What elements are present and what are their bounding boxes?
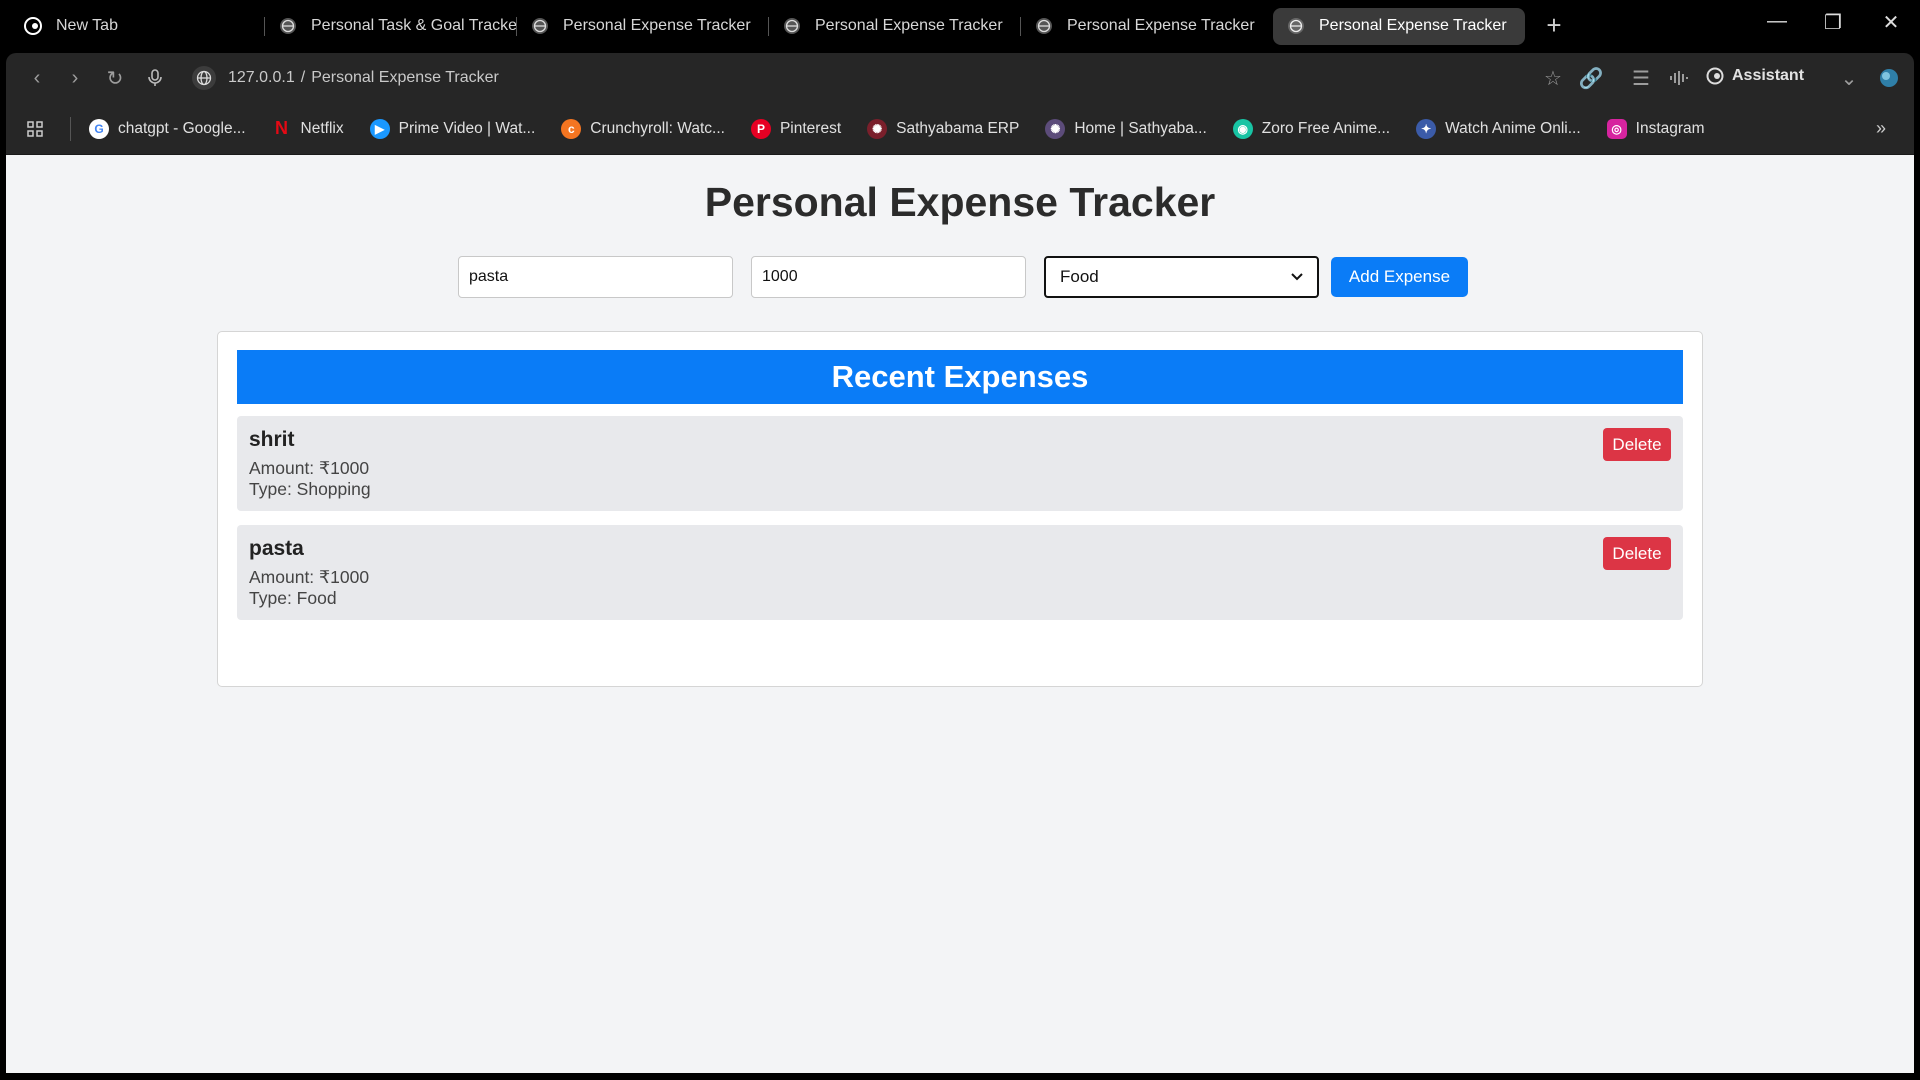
instagram-icon: ◎ xyxy=(1606,118,1627,139)
bookmark-label: Prime Video | Wat... xyxy=(398,119,536,137)
microphone-icon[interactable] xyxy=(142,65,168,91)
expenses-card: Recent Expenses shrit Amount: ₹1000 Type… xyxy=(217,331,1703,687)
expense-amount-input[interactable] xyxy=(751,256,1026,298)
more-bookmarks-icon[interactable]: » xyxy=(1876,118,1886,139)
address-bar[interactable]: 127.0.0.1 / Personal Expense Tracker xyxy=(192,62,499,94)
expense-form: Food Add Expense xyxy=(458,256,1468,298)
category-selected-value: Food xyxy=(1060,267,1099,286)
address-page: Personal Expense Tracker xyxy=(311,69,499,86)
bookmarks-divider xyxy=(70,116,71,141)
bookmark-zoro[interactable]: ◉ Zoro Free Anime... xyxy=(1232,118,1391,139)
profile-avatar[interactable] xyxy=(1876,65,1902,91)
share-link-icon[interactable]: 🔗 xyxy=(1578,65,1604,91)
bookmark-label: chatgpt - Google... xyxy=(118,119,246,137)
bookmark-instagram[interactable]: ◎ Instagram xyxy=(1606,118,1705,139)
expense-category-select[interactable]: Food xyxy=(1044,256,1319,298)
tab-title: Personal Expense Tracker xyxy=(815,17,1003,34)
delete-expense-button[interactable]: Delete xyxy=(1603,428,1671,461)
expense-name-input[interactable] xyxy=(458,256,733,298)
bookmark-label: Pinterest xyxy=(779,119,842,137)
bookmark-pinterest[interactable]: P Pinterest xyxy=(750,118,842,139)
bookmark-chatgpt-google[interactable]: G chatgpt - Google... xyxy=(89,118,246,139)
browser-toolbar: ‹ › ↻ 127.0.0.1 / Personal Expense Track… xyxy=(6,53,1914,103)
google-icon: G xyxy=(89,118,109,139)
bookmark-label: Watch Anime Onli... xyxy=(1445,119,1581,137)
page-viewport: Personal Expense Tracker Food Add Expens… xyxy=(6,155,1914,1073)
tab-new-tab[interactable]: New Tab xyxy=(0,8,265,45)
delete-expense-button[interactable]: Delete xyxy=(1603,537,1671,570)
expense-amount: Amount: ₹1000 xyxy=(249,458,370,478)
bookmark-label: Sathyabama ERP xyxy=(896,119,1020,137)
globe-icon xyxy=(1036,18,1052,34)
bookmark-label: Netflix xyxy=(300,119,344,137)
reload-icon[interactable]: ↻ xyxy=(102,65,128,91)
minimize-icon[interactable]: — xyxy=(1762,10,1792,33)
globe-icon xyxy=(532,18,548,34)
tab-title: Personal Expense Tracker xyxy=(563,17,751,34)
assistant-label: Assistant xyxy=(1732,67,1805,84)
new-tab-button[interactable]: + xyxy=(1539,10,1569,41)
bookmark-sathyabama-erp[interactable]: ✺ Sathyabama ERP xyxy=(867,118,1020,139)
close-window-icon[interactable]: ✕ xyxy=(1876,10,1906,35)
zoro-icon: ◉ xyxy=(1232,118,1253,139)
bookmark-crunchyroll[interactable]: c Crunchyroll: Watc... xyxy=(561,118,725,139)
expense-name: shrit xyxy=(249,428,295,451)
forward-icon[interactable]: › xyxy=(62,65,88,91)
sathyabama-icon: ✺ xyxy=(867,118,888,139)
tab-title: Personal Expense Tracker xyxy=(1067,17,1255,34)
site-info-icon[interactable] xyxy=(192,66,216,90)
bookmark-label: Instagram xyxy=(1635,119,1705,137)
page-title: Personal Expense Tracker xyxy=(704,179,1216,225)
assistant-button[interactable]: Assistant xyxy=(1706,67,1804,85)
tab-expense-tracker-2[interactable]: Personal Expense Tracker xyxy=(769,8,1021,45)
netflix-icon: N xyxy=(275,118,289,138)
bookmark-sathyabama-home[interactable]: ✺ Home | Sathyaba... xyxy=(1045,118,1207,139)
assistant-logo-icon xyxy=(24,17,42,35)
expense-item: shrit Amount: ₹1000 Type: Shopping Delet… xyxy=(237,416,1683,511)
globe-icon xyxy=(784,18,800,34)
bookmark-netflix[interactable]: N Netflix xyxy=(272,118,344,139)
bookmark-watch-anime[interactable]: ✦ Watch Anime Onli... xyxy=(1416,118,1581,139)
menu-lines-icon[interactable]: ☰ xyxy=(1628,65,1654,91)
address-host: 127.0.0.1 xyxy=(228,69,295,86)
restore-icon[interactable]: ❐ xyxy=(1818,10,1848,35)
audio-wave-icon[interactable] xyxy=(1666,65,1692,91)
recent-expenses-header: Recent Expenses xyxy=(237,350,1683,404)
add-expense-button[interactable]: Add Expense xyxy=(1331,257,1468,297)
back-icon[interactable]: ‹ xyxy=(24,65,50,91)
expense-type: Type: Food xyxy=(249,588,337,608)
tab-title: Personal Task & Goal Tracker xyxy=(311,17,517,34)
prime-video-icon: ▶ xyxy=(369,118,390,139)
crunchyroll-icon: c xyxy=(561,118,582,139)
tab-expense-tracker-1[interactable]: Personal Expense Tracker xyxy=(517,8,769,45)
expense-name: pasta xyxy=(249,537,304,560)
pinterest-icon: P xyxy=(750,118,771,139)
tab-expense-tracker-active[interactable]: Personal Expense Tracker xyxy=(1273,7,1525,45)
tab-title: New Tab xyxy=(56,17,118,34)
bookmark-star-icon[interactable]: ☆ xyxy=(1540,65,1566,91)
globe-icon xyxy=(1288,18,1304,34)
tab-strip: New Tab Personal Task & Goal Tracker Per… xyxy=(0,0,1920,51)
bookmarks-bar: G chatgpt - Google... N Netflix ▶ Prime … xyxy=(6,103,1914,155)
bookmark-prime-video[interactable]: ▶ Prime Video | Wat... xyxy=(369,118,536,139)
globe-icon xyxy=(280,18,296,34)
bookmark-label: Zoro Free Anime... xyxy=(1261,119,1391,137)
tab-task-tracker[interactable]: Personal Task & Goal Tracker xyxy=(265,8,517,45)
tab-expense-tracker-3[interactable]: Personal Expense Tracker xyxy=(1021,8,1273,45)
bookmark-label: Crunchyroll: Watc... xyxy=(590,119,725,137)
apps-grid-icon[interactable] xyxy=(22,116,48,142)
expense-amount: Amount: ₹1000 xyxy=(249,567,370,587)
sathyabama-home-icon: ✺ xyxy=(1045,118,1066,139)
chevron-down-icon xyxy=(1291,273,1303,281)
chevron-down-icon[interactable]: ⌄ xyxy=(1836,65,1862,91)
anime-icon: ✦ xyxy=(1416,118,1437,139)
assistant-icon xyxy=(1706,67,1724,85)
expense-type: Type: Shopping xyxy=(249,479,371,499)
expense-item: pasta Amount: ₹1000 Type: Food Delete xyxy=(237,525,1683,620)
tab-title: Personal Expense Tracker xyxy=(1319,17,1507,34)
bookmark-label: Home | Sathyaba... xyxy=(1074,119,1207,137)
address-separator: / xyxy=(300,69,306,86)
